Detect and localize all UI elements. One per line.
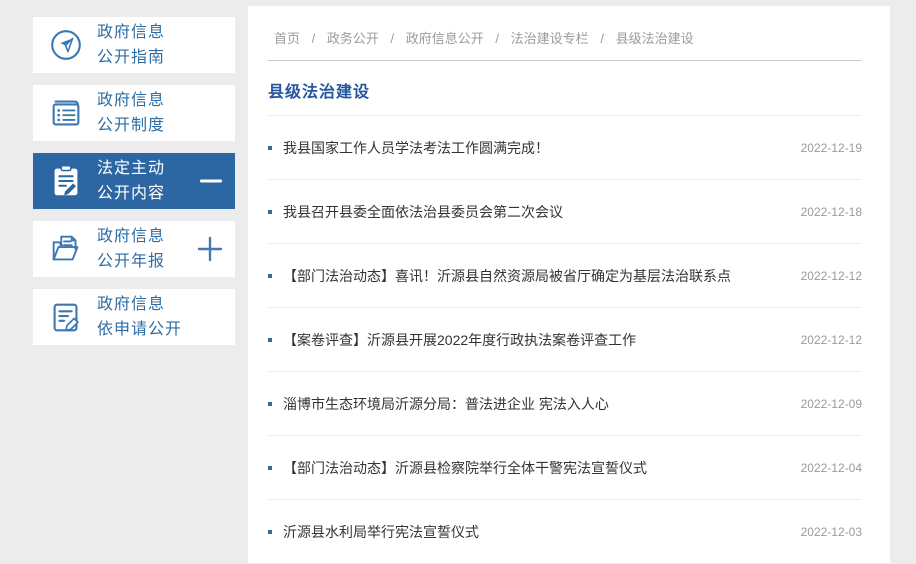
bullet-icon <box>268 273 272 278</box>
article-date: 2022-12-09 <box>800 396 862 411</box>
article-link[interactable]: 我县国家工作人员学法考法工作圆满完成！ <box>283 138 787 158</box>
expand-plus-icon[interactable] <box>197 236 223 262</box>
article-link[interactable]: 【部门法治动态】沂源县检察院举行全体干警宪法宣誓仪式 <box>283 458 787 478</box>
document-pencil-icon <box>45 296 87 338</box>
bullet-icon <box>268 529 272 534</box>
breadcrumb-government-affairs[interactable]: 政务公开 <box>327 31 379 46</box>
article-row: 我县召开县委全面依法治县委员会第二次会议 2022-12-18 <box>268 180 862 244</box>
sidebar-item-label: 政府信息 依申请公开 <box>97 296 183 338</box>
article-link[interactable]: 【案卷评查】沂源县开展2022年度行政执法案卷评查工作 <box>283 330 787 350</box>
bullet-icon <box>268 337 272 342</box>
sidebar-item-annual-report[interactable]: 政府信息 公开年报 <box>33 221 235 277</box>
sidebar-item-label: 政府信息 公开制度 <box>97 92 166 134</box>
bullet-icon <box>268 209 272 214</box>
clipboard-pencil-icon <box>45 160 87 202</box>
sidebar-item-statutory-disclosure[interactable]: 法定主动 公开内容 <box>33 153 235 209</box>
page-title: 县级法治建设 <box>268 61 862 116</box>
breadcrumb-rule-of-law-column[interactable]: 法治建设专栏 <box>511 31 589 46</box>
breadcrumb: 首页 / 政务公开 / 政府信息公开 / 法治建设专栏 / 县级法治建设 <box>268 6 862 61</box>
breadcrumb-separator: / <box>495 31 500 46</box>
sidebar-item-label: 政府信息 公开年报 <box>97 228 166 270</box>
article-link[interactable]: 沂源县水利局举行宪法宣誓仪式 <box>283 522 787 542</box>
sidebar: 政府信息 公开指南 政府信息 公开制度 法定主动 公开内容 政府信息 公开年报 … <box>33 17 235 357</box>
sidebar-item-label: 法定主动 公开内容 <box>97 160 166 202</box>
list-document-icon <box>45 92 87 134</box>
article-link[interactable]: 【部门法治动态】喜讯！沂源县自然资源局被省厅确定为基层法治联系点 <box>283 266 787 286</box>
bullet-icon <box>268 401 272 406</box>
article-link[interactable]: 淄博市生态环境局沂源分局：普法进企业 宪法入人心 <box>283 394 787 414</box>
breadcrumb-current-page: 县级法治建设 <box>615 31 694 46</box>
article-row: 淄博市生态环境局沂源分局：普法进企业 宪法入人心 2022-12-09 <box>268 372 862 436</box>
compass-icon <box>45 24 87 66</box>
article-row: 【案卷评查】沂源县开展2022年度行政执法案卷评查工作 2022-12-12 <box>268 308 862 372</box>
sidebar-item-disclosure-on-request[interactable]: 政府信息 依申请公开 <box>33 289 235 345</box>
article-link[interactable]: 我县召开县委全面依法治县委员会第二次会议 <box>283 202 787 222</box>
bullet-icon <box>268 145 272 150</box>
folder-document-icon <box>45 228 87 270</box>
breadcrumb-separator: / <box>390 31 395 46</box>
article-date: 2022-12-12 <box>800 332 862 347</box>
breadcrumb-info-disclosure[interactable]: 政府信息公开 <box>406 31 484 46</box>
collapse-minus-icon[interactable] <box>199 169 223 193</box>
sidebar-item-disclosure-system[interactable]: 政府信息 公开制度 <box>33 85 235 141</box>
article-date: 2022-12-18 <box>800 204 862 219</box>
article-row: 【部门法治动态】沂源县检察院举行全体干警宪法宣誓仪式 2022-12-04 <box>268 436 862 500</box>
article-date: 2022-12-19 <box>800 140 862 155</box>
article-row: 我县国家工作人员学法考法工作圆满完成！ 2022-12-19 <box>268 116 862 180</box>
breadcrumb-separator: / <box>600 31 604 46</box>
sidebar-item-label: 政府信息 公开指南 <box>97 24 166 66</box>
article-date: 2022-12-12 <box>800 268 862 283</box>
article-date: 2022-12-04 <box>800 460 862 475</box>
sidebar-item-disclosure-guide[interactable]: 政府信息 公开指南 <box>33 17 235 73</box>
breadcrumb-separator: / <box>311 31 316 46</box>
bullet-icon <box>268 465 272 470</box>
article-row: 【部门法治动态】喜讯！沂源县自然资源局被省厅确定为基层法治联系点 2022-12… <box>268 244 862 308</box>
article-date: 2022-12-03 <box>800 524 862 539</box>
article-row: 沂源县水利局举行宪法宣誓仪式 2022-12-03 <box>268 500 862 564</box>
page: { "colors":{ "page_background":"#ececec"… <box>0 0 916 564</box>
breadcrumb-home[interactable]: 首页 <box>274 31 300 46</box>
main-panel: 首页 / 政务公开 / 政府信息公开 / 法治建设专栏 / 县级法治建设 县级法… <box>248 6 890 564</box>
